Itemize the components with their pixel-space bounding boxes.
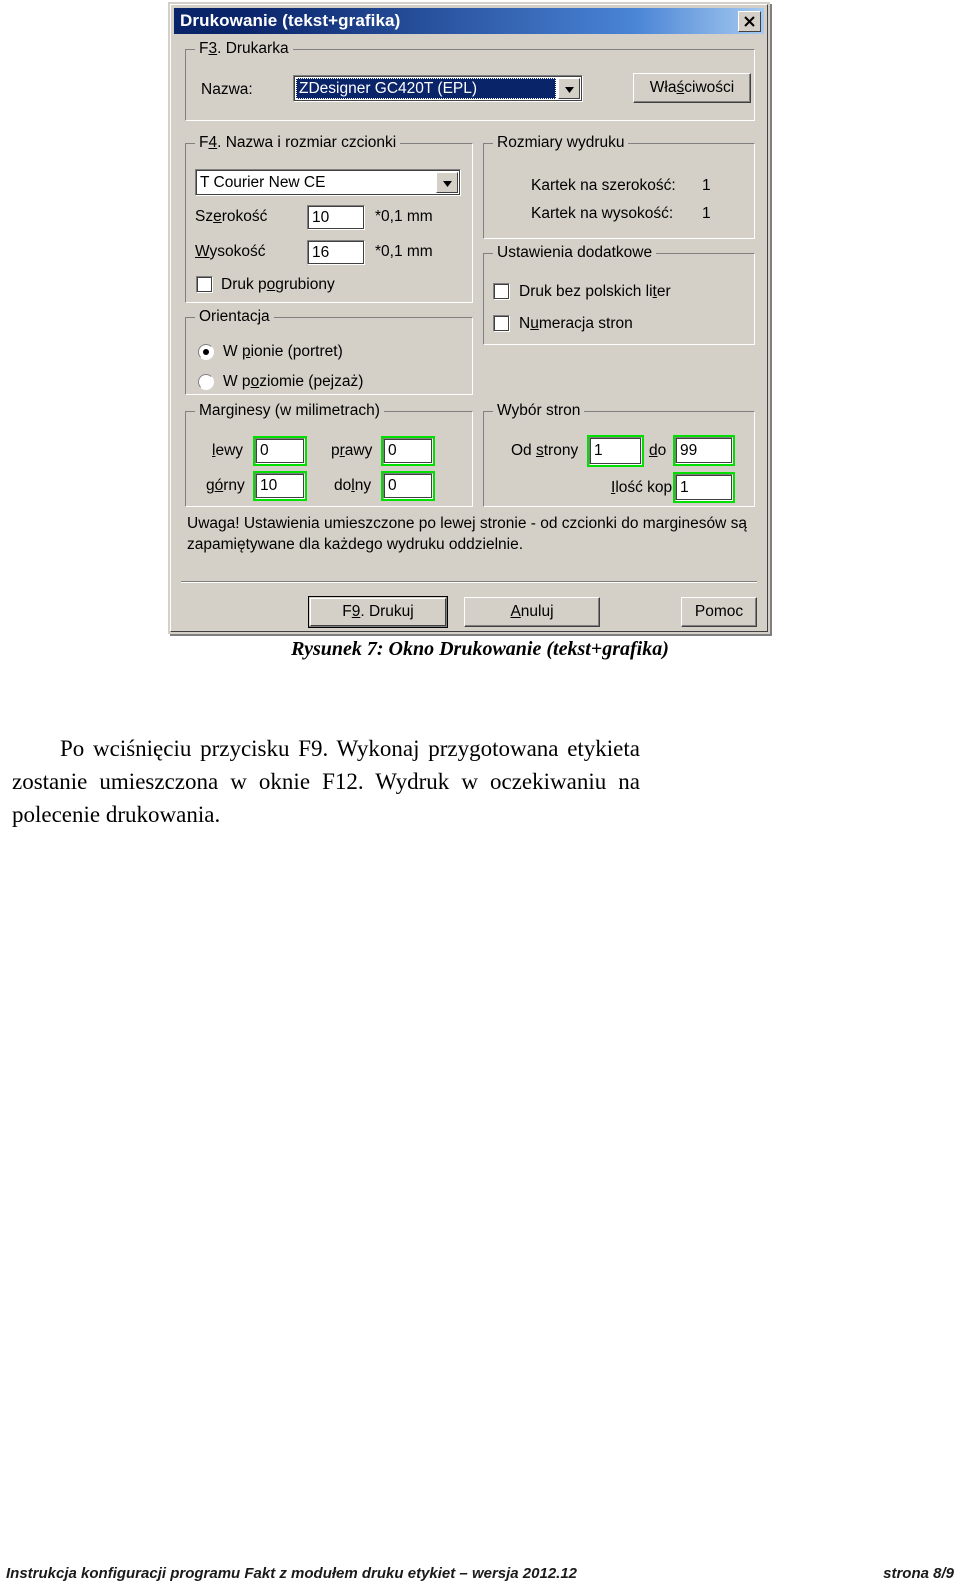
close-icon	[744, 15, 755, 27]
print-button[interactable]: F9. Drukuj	[308, 596, 448, 628]
page-to-input[interactable]: 99	[675, 437, 733, 464]
printer-select-arrow[interactable]	[558, 78, 580, 99]
margin-bottom-label: dolny	[334, 477, 372, 494]
copies-label: Ilość kopii	[611, 479, 680, 496]
help-button-label: Pomoc	[694, 603, 744, 620]
no-polish-letters-checkbox[interactable]	[493, 283, 510, 300]
cancel-button[interactable]: Anuluj	[464, 597, 600, 627]
sheets-width-value: 1	[702, 177, 711, 194]
help-button[interactable]: Pomoc	[681, 597, 757, 627]
margin-left-input[interactable]: 0	[255, 438, 305, 464]
bold-print-label: Druk pogrubiony	[221, 276, 335, 293]
orientation-group-legend: Orientacja	[195, 308, 274, 326]
font-select[interactable]: T Courier New CE	[195, 169, 461, 196]
print-sizes-group-legend: Rozmiary wydruku	[493, 134, 629, 152]
footer-left-text: Instrukcja konfiguracji programu Fakt z …	[6, 1564, 578, 1582]
font-width-input[interactable]: 10	[307, 205, 365, 230]
printer-properties-button[interactable]: Właściwości	[633, 73, 751, 103]
cancel-button-label: Anuluj	[510, 603, 554, 620]
printer-select[interactable]: ZDesigner GC420T (EPL)	[293, 75, 583, 102]
close-button[interactable]	[738, 10, 761, 32]
page-from-input[interactable]: 1	[589, 437, 642, 465]
page-range-group-legend: Wybór stron	[493, 402, 585, 420]
font-height-label: Wysokość	[195, 243, 266, 260]
printer-group-legend: F3. Drukarka	[195, 40, 293, 58]
margins-group-legend: Marginesy (w milimetrach)	[195, 402, 384, 420]
margin-left-label: lewy	[212, 442, 244, 459]
footer-right-text: strona 8/9	[883, 1564, 954, 1582]
orientation-landscape-label: W poziomie (pejzaż)	[223, 373, 364, 390]
page-numbering-label: Numeracja stron	[519, 315, 633, 332]
printer-properties-label: Właściwości	[649, 79, 735, 96]
body-paragraph: Po wciśnięciu przycisku F9. Wykonaj przy…	[12, 736, 640, 827]
orientation-portrait-label: W pionie (portret)	[223, 343, 343, 360]
font-height-input[interactable]: 16	[307, 240, 365, 265]
dialog-frame: Drukowanie (tekst+grafika) F3. Drukarka …	[170, 4, 768, 632]
dialog-title: Drukowanie (tekst+grafika)	[180, 11, 401, 30]
button-separator	[181, 581, 757, 583]
chevron-down-icon	[442, 174, 452, 192]
print-dialog-screenshot: Drukowanie (tekst+grafika) F3. Drukarka …	[168, 2, 770, 634]
font-select-arrow[interactable]	[436, 172, 458, 193]
font-height-unit: *0,1 mm	[375, 243, 433, 260]
page-to-label: do	[649, 442, 667, 459]
margin-right-input[interactable]: 0	[383, 438, 433, 464]
figure-caption: Rysunek 7: Okno Drukowanie (tekst+grafik…	[291, 638, 669, 660]
orientation-portrait-radio[interactable]	[198, 344, 214, 360]
sheets-height-value: 1	[702, 205, 711, 222]
font-group-legend: F4. Nazwa i rozmiar czcionki	[195, 134, 401, 152]
page-footer: Instrukcja konfiguracji programu Fakt z …	[0, 1562, 960, 1584]
extra-settings-group-legend: Ustawienia dodatkowe	[493, 244, 657, 262]
chevron-down-icon	[564, 80, 574, 98]
page-from-label: Od strony	[511, 442, 579, 459]
bold-print-checkbox[interactable]	[196, 276, 213, 293]
sheets-width-label: Kartek na szerokość:	[531, 177, 676, 194]
margin-top-label: górny	[206, 477, 245, 494]
page-numbering-checkbox[interactable]	[493, 315, 510, 332]
settings-note: Uwaga! Ustawienia umieszczone po lewej s…	[187, 515, 747, 553]
copies-input[interactable]: 1	[675, 474, 733, 501]
printer-select-value: ZDesigner GC420T (EPL)	[296, 78, 556, 99]
font-width-label: Szerokość	[195, 208, 268, 225]
margin-right-label: prawy	[331, 442, 373, 459]
margin-top-input[interactable]: 10	[255, 473, 305, 499]
print-button-label: F9. Drukuj	[342, 603, 414, 620]
sheets-height-label: Kartek na wysokość:	[531, 205, 674, 222]
radio-dot	[203, 349, 209, 355]
printer-name-label: Nazwa:	[201, 81, 253, 98]
no-polish-letters-label: Druk bez polskich liter	[519, 283, 671, 300]
font-select-value: T Courier New CE	[200, 173, 326, 191]
orientation-landscape-radio[interactable]	[198, 374, 214, 390]
font-width-unit: *0,1 mm	[375, 208, 433, 225]
margin-bottom-input[interactable]: 0	[383, 473, 433, 499]
dialog-titlebar[interactable]: Drukowanie (tekst+grafika)	[174, 8, 764, 34]
